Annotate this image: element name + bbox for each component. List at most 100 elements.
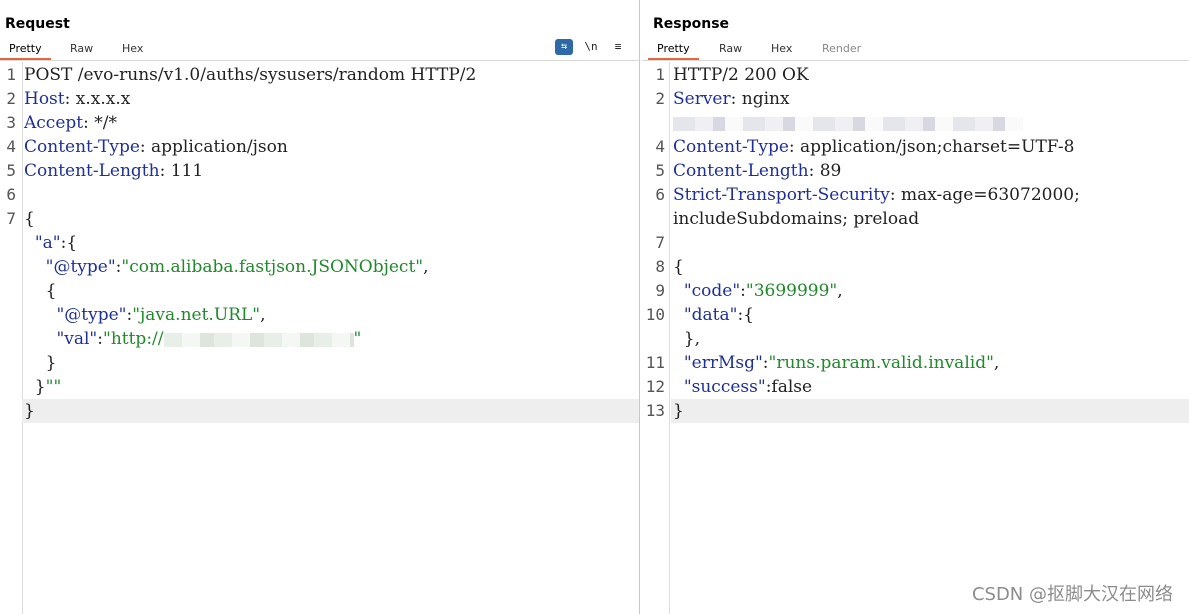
code-line: "val":"http://" bbox=[0, 327, 639, 351]
code-line: 12 "success":false bbox=[642, 375, 1189, 399]
code-line: 9 "code":"3699999", bbox=[642, 279, 1189, 303]
code-text: }"" bbox=[24, 375, 61, 399]
code-line: { bbox=[0, 279, 639, 303]
line-number: 4 bbox=[6, 137, 16, 156]
code-token: : application/json;charset=UTF-8 bbox=[788, 137, 1075, 157]
tab-raw[interactable]: Raw bbox=[710, 41, 751, 60]
code-line: 4 Content-Type: application/json;charset=… bbox=[642, 135, 1189, 159]
code-line: 13} bbox=[646, 399, 1189, 423]
code-token: , bbox=[260, 305, 266, 325]
code-token: , bbox=[993, 353, 1000, 373]
line-number: 5 bbox=[6, 161, 16, 180]
code-token: "@type" bbox=[56, 305, 127, 325]
code-token: "data" bbox=[683, 305, 738, 325]
code-token: Content-Length bbox=[673, 161, 809, 181]
code-token: : */* bbox=[83, 113, 117, 133]
code-text: Host: x.x.x.x bbox=[24, 87, 130, 111]
tab-render[interactable]: Render bbox=[813, 41, 870, 60]
code-token: Host bbox=[24, 89, 65, 109]
code-line: 7{ bbox=[0, 207, 639, 231]
code-token: "errMsg" bbox=[683, 353, 763, 373]
code-text: } bbox=[673, 399, 684, 423]
code-token: : 89 bbox=[808, 161, 842, 181]
newline-toggle-icon[interactable]: \n bbox=[582, 39, 600, 55]
response-tabs: Pretty Raw Hex Render bbox=[642, 38, 1189, 61]
code-token: : application/json bbox=[139, 137, 288, 157]
code-token: :{ bbox=[737, 305, 754, 325]
code-line: 3 Accept: */* bbox=[0, 111, 639, 135]
tab-raw[interactable]: Raw bbox=[61, 41, 102, 60]
line-number: 11 bbox=[645, 353, 665, 372]
code-token: Server bbox=[673, 89, 731, 109]
code-line: "a":{ bbox=[0, 231, 639, 255]
code-line: 8{ bbox=[642, 255, 1189, 279]
code-text: Content-Length: 89 bbox=[673, 159, 841, 183]
tab-pretty[interactable]: Pretty bbox=[648, 41, 699, 60]
code-token: : max-age=63072000; bbox=[889, 185, 1080, 205]
code-token: { bbox=[24, 209, 35, 229]
word-wrap-icon[interactable]: ⇆ bbox=[555, 39, 573, 55]
line-number: 2 bbox=[6, 89, 16, 108]
code-line: 4 Content-Type: application/json bbox=[0, 135, 639, 159]
code-token: , bbox=[837, 281, 843, 301]
code-token: "a" bbox=[34, 233, 61, 253]
code-text: Strict-Transport-Security: max-age=63072… bbox=[673, 183, 1080, 207]
line-number: 7 bbox=[655, 233, 665, 252]
line-number: 7 bbox=[6, 209, 16, 228]
line-number: 6 bbox=[655, 185, 665, 204]
code-text: } bbox=[24, 399, 35, 423]
line-number: 1 bbox=[6, 65, 16, 84]
code-token: : nginx bbox=[730, 89, 790, 109]
response-editor[interactable]: 1 HTTP/2 200 OK 2 Server: nginx 4 Content-Typ… bbox=[642, 62, 1189, 614]
code-token: "" bbox=[45, 377, 62, 397]
line-number: 10 bbox=[645, 305, 665, 324]
code-line: "@type":"java.net.URL", bbox=[0, 303, 639, 327]
code-line: }"" bbox=[0, 375, 639, 399]
code-line: 11 "errMsg":"runs.param.valid.invalid", bbox=[642, 351, 1189, 375]
code-token: : 111 bbox=[159, 161, 204, 181]
tab-hex[interactable]: Hex bbox=[113, 41, 152, 60]
code-line: 7 bbox=[642, 231, 1189, 255]
code-text: Accept: */* bbox=[24, 111, 117, 135]
code-token: , bbox=[423, 257, 429, 277]
request-pane: Request Pretty Raw Hex ⇆ \n ≡ 1 POST /evo… bbox=[0, 0, 640, 614]
code-line: 2 Server: nginx bbox=[642, 87, 1189, 111]
code-line: 6 Strict-Transport-Security: max-age=6307… bbox=[642, 183, 1189, 207]
code-text: } bbox=[24, 351, 57, 375]
line-number: 1 bbox=[655, 65, 665, 84]
redacted-block bbox=[673, 116, 1023, 131]
code-token: Content-Type bbox=[673, 137, 789, 157]
code-text: "code":"3699999", bbox=[673, 279, 843, 303]
line-number: 9 bbox=[655, 281, 665, 300]
line-number: 13 bbox=[645, 401, 665, 420]
code-token: "@type" bbox=[45, 257, 116, 277]
watermark: CSDN @抠脚大汉在网络 bbox=[971, 584, 1173, 605]
code-line: 10 "data":{ bbox=[642, 303, 1189, 327]
line-number: 3 bbox=[6, 113, 16, 132]
code-token: "code" bbox=[683, 281, 741, 301]
code-token: Accept bbox=[24, 113, 84, 133]
response-title: Response bbox=[653, 16, 730, 32]
code-text: HTTP/2 200 OK bbox=[673, 63, 809, 87]
line-number: 8 bbox=[655, 257, 665, 276]
code-token: "java.net.URL" bbox=[132, 305, 261, 325]
tab-pretty[interactable]: Pretty bbox=[0, 41, 51, 60]
tab-hex[interactable]: Hex bbox=[762, 41, 801, 60]
code-line: 5 Content-Length: 89 bbox=[642, 159, 1189, 183]
code-token: :false bbox=[765, 377, 813, 397]
line-number: 2 bbox=[655, 89, 665, 108]
code-token: }, bbox=[673, 329, 701, 349]
code-token: "com.alibaba.fastjson.JSONObject" bbox=[121, 257, 424, 277]
code-line: 5 Content-Length: 111 bbox=[0, 159, 639, 183]
code-token: } bbox=[24, 401, 35, 421]
code-text: Content-Length: 111 bbox=[24, 159, 203, 183]
line-number: 5 bbox=[655, 161, 665, 180]
request-editor[interactable]: 1 POST /evo-runs/v1.0/auths/sysusers/rand… bbox=[0, 62, 639, 614]
code-line bbox=[642, 111, 1189, 135]
code-line: 2 Host: x.x.x.x bbox=[0, 87, 639, 111]
code-text: POST /evo-runs/v1.0/auths/sysusers/rando… bbox=[24, 63, 476, 87]
code-token: Content-Type bbox=[24, 137, 140, 157]
menu-icon[interactable]: ≡ bbox=[609, 39, 627, 55]
